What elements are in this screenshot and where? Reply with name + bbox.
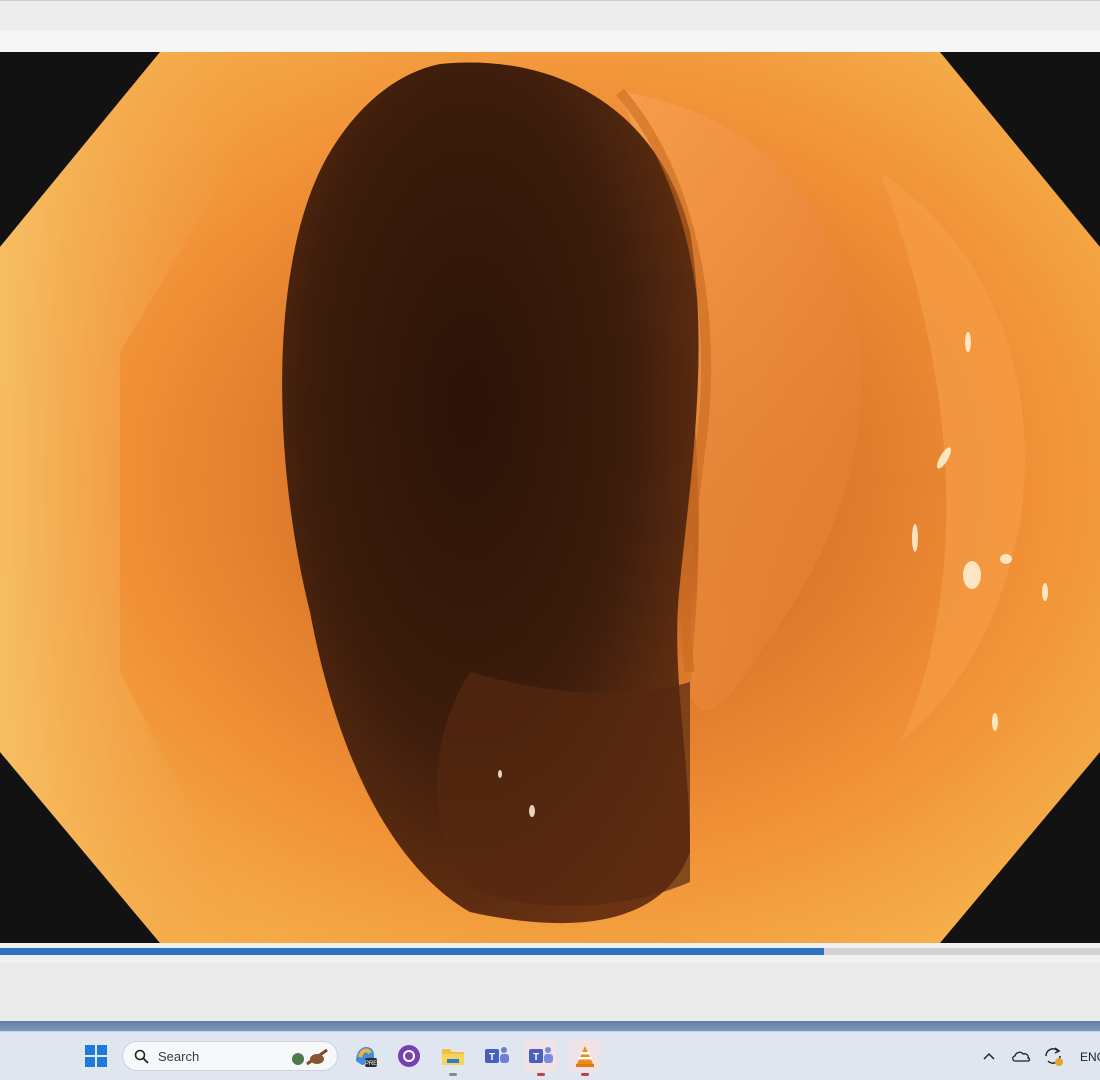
teams-work-icon[interactable]: T	[525, 1040, 557, 1076]
taskbar: Search PRE T T ENG	[0, 1031, 1100, 1080]
seek-track[interactable]	[0, 948, 1100, 955]
search-box[interactable]: Search	[122, 1041, 338, 1071]
seek-bar[interactable]	[0, 943, 1100, 963]
player-controls-area	[0, 963, 1100, 1021]
onedrive-icon[interactable]	[1005, 1040, 1037, 1072]
endoscopy-image	[0, 52, 1100, 943]
desktop-background	[0, 1021, 1100, 1031]
sync-icon[interactable]	[1037, 1040, 1069, 1072]
copilot-icon[interactable]: PRE	[349, 1040, 381, 1072]
search-label: Search	[158, 1049, 200, 1064]
svg-text:T: T	[489, 1052, 495, 1063]
file-explorer-icon[interactable]	[437, 1040, 469, 1076]
vlc-icon[interactable]	[569, 1040, 601, 1076]
running-indicator	[537, 1073, 545, 1076]
seek-progress	[0, 948, 824, 955]
svg-text:T: T	[533, 1052, 539, 1063]
language-indicator[interactable]: ENG	[1080, 1050, 1100, 1064]
video-frame[interactable]	[0, 52, 1100, 943]
search-highlight-icon	[289, 1046, 333, 1073]
running-indicator	[581, 1073, 589, 1076]
running-indicator	[449, 1073, 457, 1076]
teams-icon[interactable]: T	[481, 1040, 513, 1072]
github-icon[interactable]	[393, 1040, 425, 1072]
svg-text:PRE: PRE	[365, 1061, 377, 1067]
chevron-up-icon[interactable]	[973, 1040, 1005, 1072]
player-toolbar	[0, 30, 1100, 52]
search-icon	[134, 1049, 149, 1069]
window-title-bar	[0, 0, 1100, 30]
windows-start-icon[interactable]	[80, 1040, 112, 1072]
